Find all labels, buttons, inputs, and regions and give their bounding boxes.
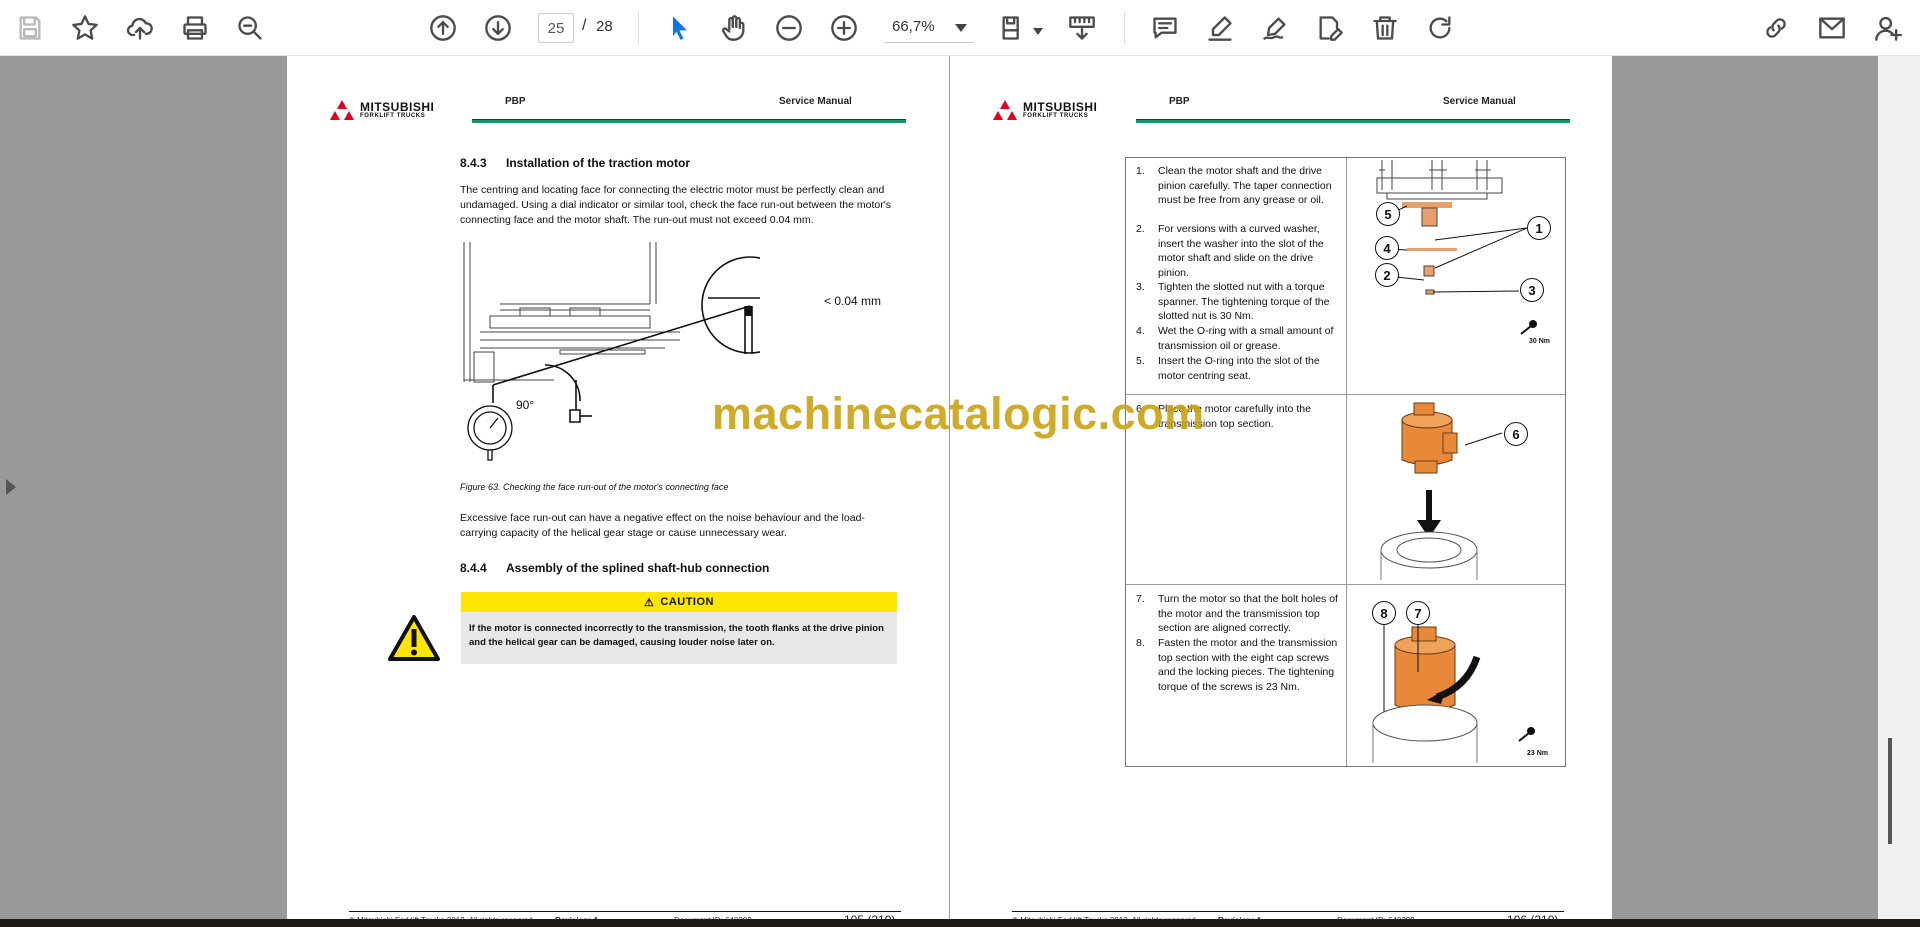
step-7: 7. Turn the motor so that the bolt holes … (1136, 593, 1338, 634)
logo-subtitle: FORKLIFT TRUCKS (360, 113, 426, 119)
print-icon[interactable] (175, 8, 215, 48)
scroll-mode-icon[interactable] (1062, 8, 1102, 48)
viewer-background (1612, 56, 1878, 927)
callout-6: 6 (1504, 422, 1528, 446)
paragraph-runout: The centring and locating face for conne… (460, 184, 891, 226)
mitsubishi-diamonds-icon (327, 100, 357, 124)
zoom-search-icon[interactable] (230, 8, 270, 48)
figure-label-tolerance: < 0.04 mm (824, 294, 882, 308)
page-total: 28 (596, 18, 613, 35)
torque-wrench-icon (1520, 320, 1537, 335)
figure-label-angle: 90° (516, 398, 535, 412)
warning-triangle-icon (388, 615, 440, 661)
zoom-level-value: 66,7% (892, 18, 935, 35)
toolbar-divider (1124, 12, 1125, 44)
illustration-motor-placement (1380, 402, 1503, 580)
zoom-in-icon[interactable] (824, 8, 864, 48)
torque-value-23: 23 Nm (1527, 750, 1549, 757)
step-2: 2. For versions with a curved washer, ins… (1136, 223, 1324, 279)
caution-title: CAUTION (660, 596, 714, 608)
email-icon[interactable] (1812, 8, 1852, 48)
assembly-steps-table: 1. Clean the motor shaft and the drive pi… (1125, 157, 1566, 767)
header-product: PBP (505, 96, 526, 107)
section-number: 8.4.3 (460, 156, 487, 170)
footer-rule (1012, 911, 1564, 912)
document-page-right: MITSUBISHI FORKLIFT TRUCKS PBP Service M… (949, 56, 1612, 927)
callout-8: 8 (1372, 601, 1396, 625)
edit-text-icon[interactable] (1310, 8, 1350, 48)
header-rule (472, 119, 906, 123)
step-4: 4. Wet the O-ring with a small amount of … (1136, 325, 1334, 352)
save-icon[interactable] (10, 8, 50, 48)
logo-name: MITSUBISHI (360, 100, 435, 114)
highlight-pen-icon[interactable] (1200, 8, 1240, 48)
mitsubishi-logo: MITSUBISHI FORKLIFT TRUCKS (327, 100, 434, 124)
fit-page-chevron-icon[interactable] (1033, 22, 1043, 35)
section-heading-8-4-4: 8.4.4 Assembly of the splined shaft-hub c… (460, 561, 769, 575)
fit-page-icon[interactable] (993, 8, 1033, 48)
paragraph-runout-effect: Excessive face run-out can have a negati… (460, 512, 865, 539)
scrollbar-thumb[interactable] (1888, 738, 1892, 844)
caution-banner: ⚠ CAUTION (461, 592, 897, 612)
callout-3: 3 (1520, 278, 1544, 302)
header-product: PBP (1169, 96, 1190, 107)
figure-caption: Figure 63. Checking the face run-out of … (460, 482, 729, 492)
draw-sign-icon[interactable] (1255, 8, 1295, 48)
section-heading-8-4-3: 8.4.3 Installation of the traction motor (460, 156, 690, 170)
upload-cloud-icon[interactable] (120, 8, 160, 48)
watermark-text: machinecatalogic.com (712, 388, 1205, 439)
hand-pan-icon[interactable] (714, 8, 754, 48)
select-cursor-icon[interactable] (660, 8, 700, 48)
page-down-icon[interactable] (478, 8, 518, 48)
left-panel-toggle-icon[interactable] (6, 479, 18, 501)
delete-icon[interactable] (1365, 8, 1405, 48)
redo-icon[interactable] (1420, 8, 1460, 48)
logo-subtitle: FORKLIFT TRUCKS (1023, 113, 1089, 119)
section-title: Assembly of the splined shaft-hub connec… (506, 561, 770, 575)
zoom-dropdown-chevron-icon[interactable] (950, 18, 972, 38)
document-page-left: MITSUBISHI FORKLIFT TRUCKS PBP Service M… (287, 56, 950, 927)
document-viewer[interactable]: MITSUBISHI FORKLIFT TRUCKS PBP Service M… (0, 56, 1920, 927)
page-number-input[interactable] (538, 13, 574, 43)
section-title: Installation of the traction motor (506, 156, 691, 170)
vertical-scrollbar[interactable] (1878, 56, 1920, 927)
header-manual: Service Manual (1443, 96, 1516, 107)
callout-5: 5 (1376, 202, 1400, 226)
taskbar-edge (0, 919, 1920, 927)
step-8: 8. Fasten the motor and the transmission … (1136, 637, 1338, 693)
header-rule (1136, 119, 1570, 123)
footer-rule (349, 911, 901, 912)
mitsubishi-diamonds-icon (990, 100, 1020, 124)
viewer-background (24, 56, 287, 927)
step-1: 1. Clean the motor shaft and the drive pi… (1136, 165, 1332, 206)
callout-7: 7 (1406, 601, 1430, 625)
callout-1: 1 (1527, 216, 1551, 240)
logo-name: MITSUBISHI (1023, 100, 1098, 114)
torque-value-30: 30 Nm (1529, 338, 1551, 345)
zoom-out-icon[interactable] (769, 8, 809, 48)
header-manual: Service Manual (779, 96, 852, 107)
callout-2: 2 (1375, 263, 1399, 287)
caution-text: If the motor is connected incorrectly to… (461, 612, 897, 664)
comment-icon[interactable] (1145, 8, 1185, 48)
share-link-icon[interactable] (1756, 8, 1796, 48)
add-user-icon[interactable] (1868, 8, 1908, 48)
page-separator: / (582, 17, 587, 34)
callout-4: 4 (1375, 236, 1399, 260)
bookmark-star-icon[interactable] (65, 8, 105, 48)
step-5: 5. Insert the O-ring into the slot of the… (1136, 355, 1320, 382)
page-up-icon[interactable] (423, 8, 463, 48)
torque-wrench-icon (1518, 727, 1535, 742)
step-3: 3. Tighten the slotted nut with a torque … (1136, 281, 1330, 322)
dial-indicator (467, 405, 513, 461)
section-number: 8.4.4 (460, 561, 487, 575)
caution-warning-icon: ⚠ (644, 596, 655, 609)
toolbar-divider (638, 12, 639, 44)
mitsubishi-logo: MITSUBISHI FORKLIFT TRUCKS (990, 100, 1097, 124)
toolbar: / 28 66,7% (0, 0, 1920, 56)
